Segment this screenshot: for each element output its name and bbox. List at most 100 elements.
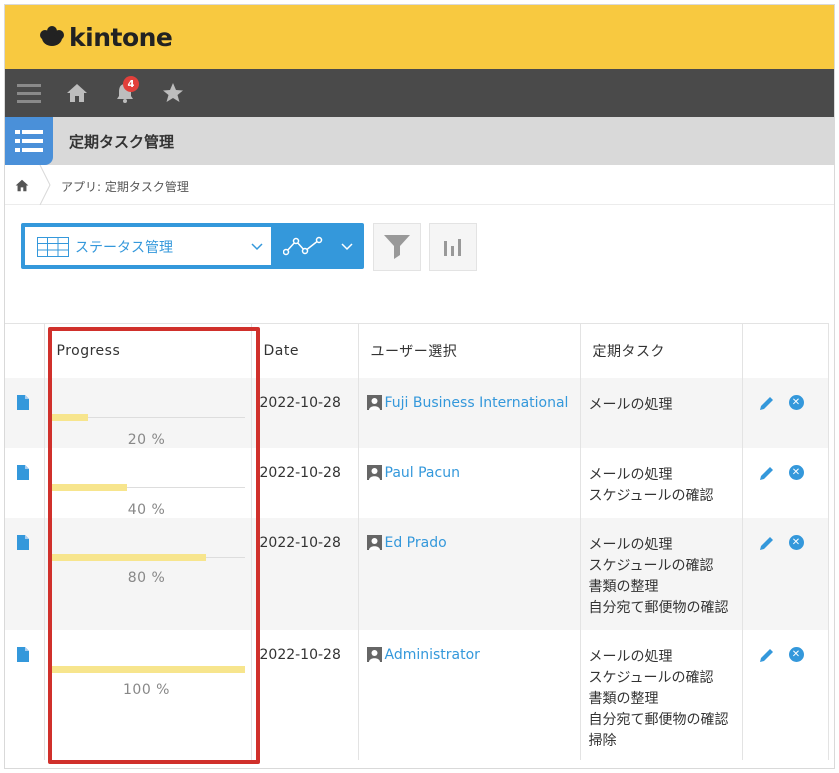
tasks-cell: メールの処理 スケジュールの確認 書類の整理 自分宛て郵便物の確認 掃除 (580, 629, 743, 760)
task-item: メールの処理 (588, 466, 673, 483)
user-link[interactable]: Ed Prado (366, 534, 447, 551)
task-item: 書類の整理 (588, 578, 659, 595)
task-item: スケジュールの確認 (588, 669, 714, 686)
view-selector-label: ステータス管理 (75, 240, 173, 256)
progress-value: 40 % (127, 501, 166, 518)
user-cell: Paul Pacun (358, 447, 581, 518)
record-detail-cell (5, 517, 45, 630)
progress-bar (48, 483, 127, 491)
progress-cell: 20 % (44, 377, 252, 448)
brand-name: kintone (69, 23, 173, 52)
edit-icon[interactable] (759, 395, 775, 411)
task-item: 自分宛て郵便物の確認 (588, 711, 729, 728)
progress-cell: 40 % (44, 447, 252, 518)
tasks-cell: メールの処理 スケジュールの確認 書類の整理 自分宛て郵便物の確認 (580, 517, 743, 630)
delete-icon[interactable]: ✕ (788, 535, 804, 550)
chevron-down-icon (341, 243, 353, 251)
graph-button[interactable] (429, 223, 477, 271)
user-icon (366, 465, 382, 480)
document-icon[interactable] (17, 646, 29, 662)
progress-bar (48, 553, 206, 561)
user-cell: Administrator (358, 629, 581, 760)
edit-icon[interactable] (759, 647, 775, 663)
progress-value: 20 % (127, 431, 166, 448)
graph-icon (283, 236, 323, 256)
actions-cell: ✕ (742, 447, 829, 518)
kintone-logo[interactable]: kintone (39, 23, 173, 52)
table-header-row: Progress Date ユーザー選択 定期タスク (5, 323, 829, 378)
progress-cell: 80 % (44, 517, 252, 630)
column-header-user[interactable]: ユーザー選択 (358, 323, 581, 378)
column-header-actions (742, 323, 829, 378)
task-item: メールの処理 (588, 648, 673, 665)
breadcrumb-separator (39, 164, 51, 209)
user-cell: Fuji Business International (358, 377, 581, 448)
task-item: 掃除 (588, 732, 617, 749)
delete-icon[interactable]: ✕ (788, 647, 804, 662)
user-icon (366, 647, 382, 662)
app-title: 定期タスク管理 (69, 133, 175, 151)
task-item: スケジュールの確認 (588, 487, 714, 504)
task-item: スケジュールの確認 (588, 557, 714, 574)
date-cell: 2022-10-28 (251, 447, 359, 518)
home-icon[interactable] (15, 179, 29, 196)
user-link[interactable]: Fuji Business International (366, 394, 569, 411)
column-header-blank (5, 323, 45, 378)
user-name: Administrator (384, 646, 480, 663)
progress-value: 80 % (127, 569, 166, 586)
chevron-down-icon (251, 243, 263, 251)
hamburger-icon[interactable] (17, 69, 41, 117)
document-icon[interactable] (17, 394, 29, 410)
delete-icon[interactable]: ✕ (788, 395, 804, 410)
user-name: Fuji Business International (384, 394, 569, 411)
star-icon[interactable] (161, 69, 185, 117)
table-row: 20 % 2022-10-28 Fuji Business Internatio… (5, 377, 829, 448)
edit-icon[interactable] (759, 465, 775, 481)
record-detail-cell (5, 377, 45, 448)
view-selector-box: ステータス管理 (25, 227, 271, 265)
record-detail-cell (5, 629, 45, 760)
actions-cell: ✕ (742, 517, 829, 630)
progress-bar (48, 665, 245, 673)
user-name: Ed Prado (384, 534, 447, 551)
view-selector[interactable]: ステータス管理 (21, 223, 271, 269)
user-link[interactable]: Administrator (366, 646, 480, 663)
progress-bar (48, 413, 88, 421)
filter-button[interactable] (373, 223, 421, 271)
graph-selector[interactable] (271, 223, 364, 269)
date-cell: 2022-10-28 (251, 629, 359, 760)
actions-cell: ✕ (742, 377, 829, 448)
column-header-date[interactable]: Date (251, 323, 359, 378)
filter-icon (384, 235, 410, 259)
task-item: メールの処理 (588, 396, 673, 413)
progress-cell: 100 % (44, 629, 252, 760)
document-icon[interactable] (17, 464, 29, 480)
tasks-cell: メールの処理 スケジュールの確認 (580, 447, 743, 518)
document-icon[interactable] (17, 534, 29, 550)
global-nav: 4 (5, 69, 834, 117)
bar-chart-icon (444, 239, 461, 256)
edit-icon[interactable] (759, 535, 775, 551)
kintone-logo-icon (40, 25, 64, 46)
progress-value: 100 % (123, 681, 170, 698)
table-view-icon (37, 237, 69, 257)
breadcrumb: アプリ: 定期タスク管理 (5, 164, 834, 206)
app-header: 定期タスク管理 (5, 117, 834, 165)
delete-icon[interactable]: ✕ (788, 465, 804, 480)
records-table: Progress Date ユーザー選択 定期タスク 20 % 2022-10-… (5, 323, 829, 760)
task-item: 自分宛て郵便物の確認 (588, 599, 729, 616)
task-item: 書類の整理 (588, 690, 659, 707)
notification-badge: 4 (123, 76, 139, 92)
task-item: メールの処理 (588, 536, 673, 553)
user-link[interactable]: Paul Pacun (366, 465, 460, 481)
column-header-progress[interactable]: Progress (44, 323, 252, 378)
user-icon (366, 395, 382, 410)
list-app-icon[interactable] (5, 117, 53, 165)
table-row: 40 % 2022-10-28 Paul Pacun メールの処理 スケジュール… (5, 447, 829, 518)
actions-cell: ✕ (742, 629, 829, 760)
home-icon[interactable] (65, 69, 89, 117)
table-row: 100 % 2022-10-28 Administrator メールの処理 スケ… (5, 629, 829, 760)
breadcrumb-app-link[interactable]: アプリ: 定期タスク管理 (61, 178, 189, 195)
column-header-tasks[interactable]: 定期タスク (580, 323, 743, 378)
app-window: kintone 4 定期タスク管理 アプリ: 定期タスク管理 ステータス管理 P… (4, 4, 835, 769)
